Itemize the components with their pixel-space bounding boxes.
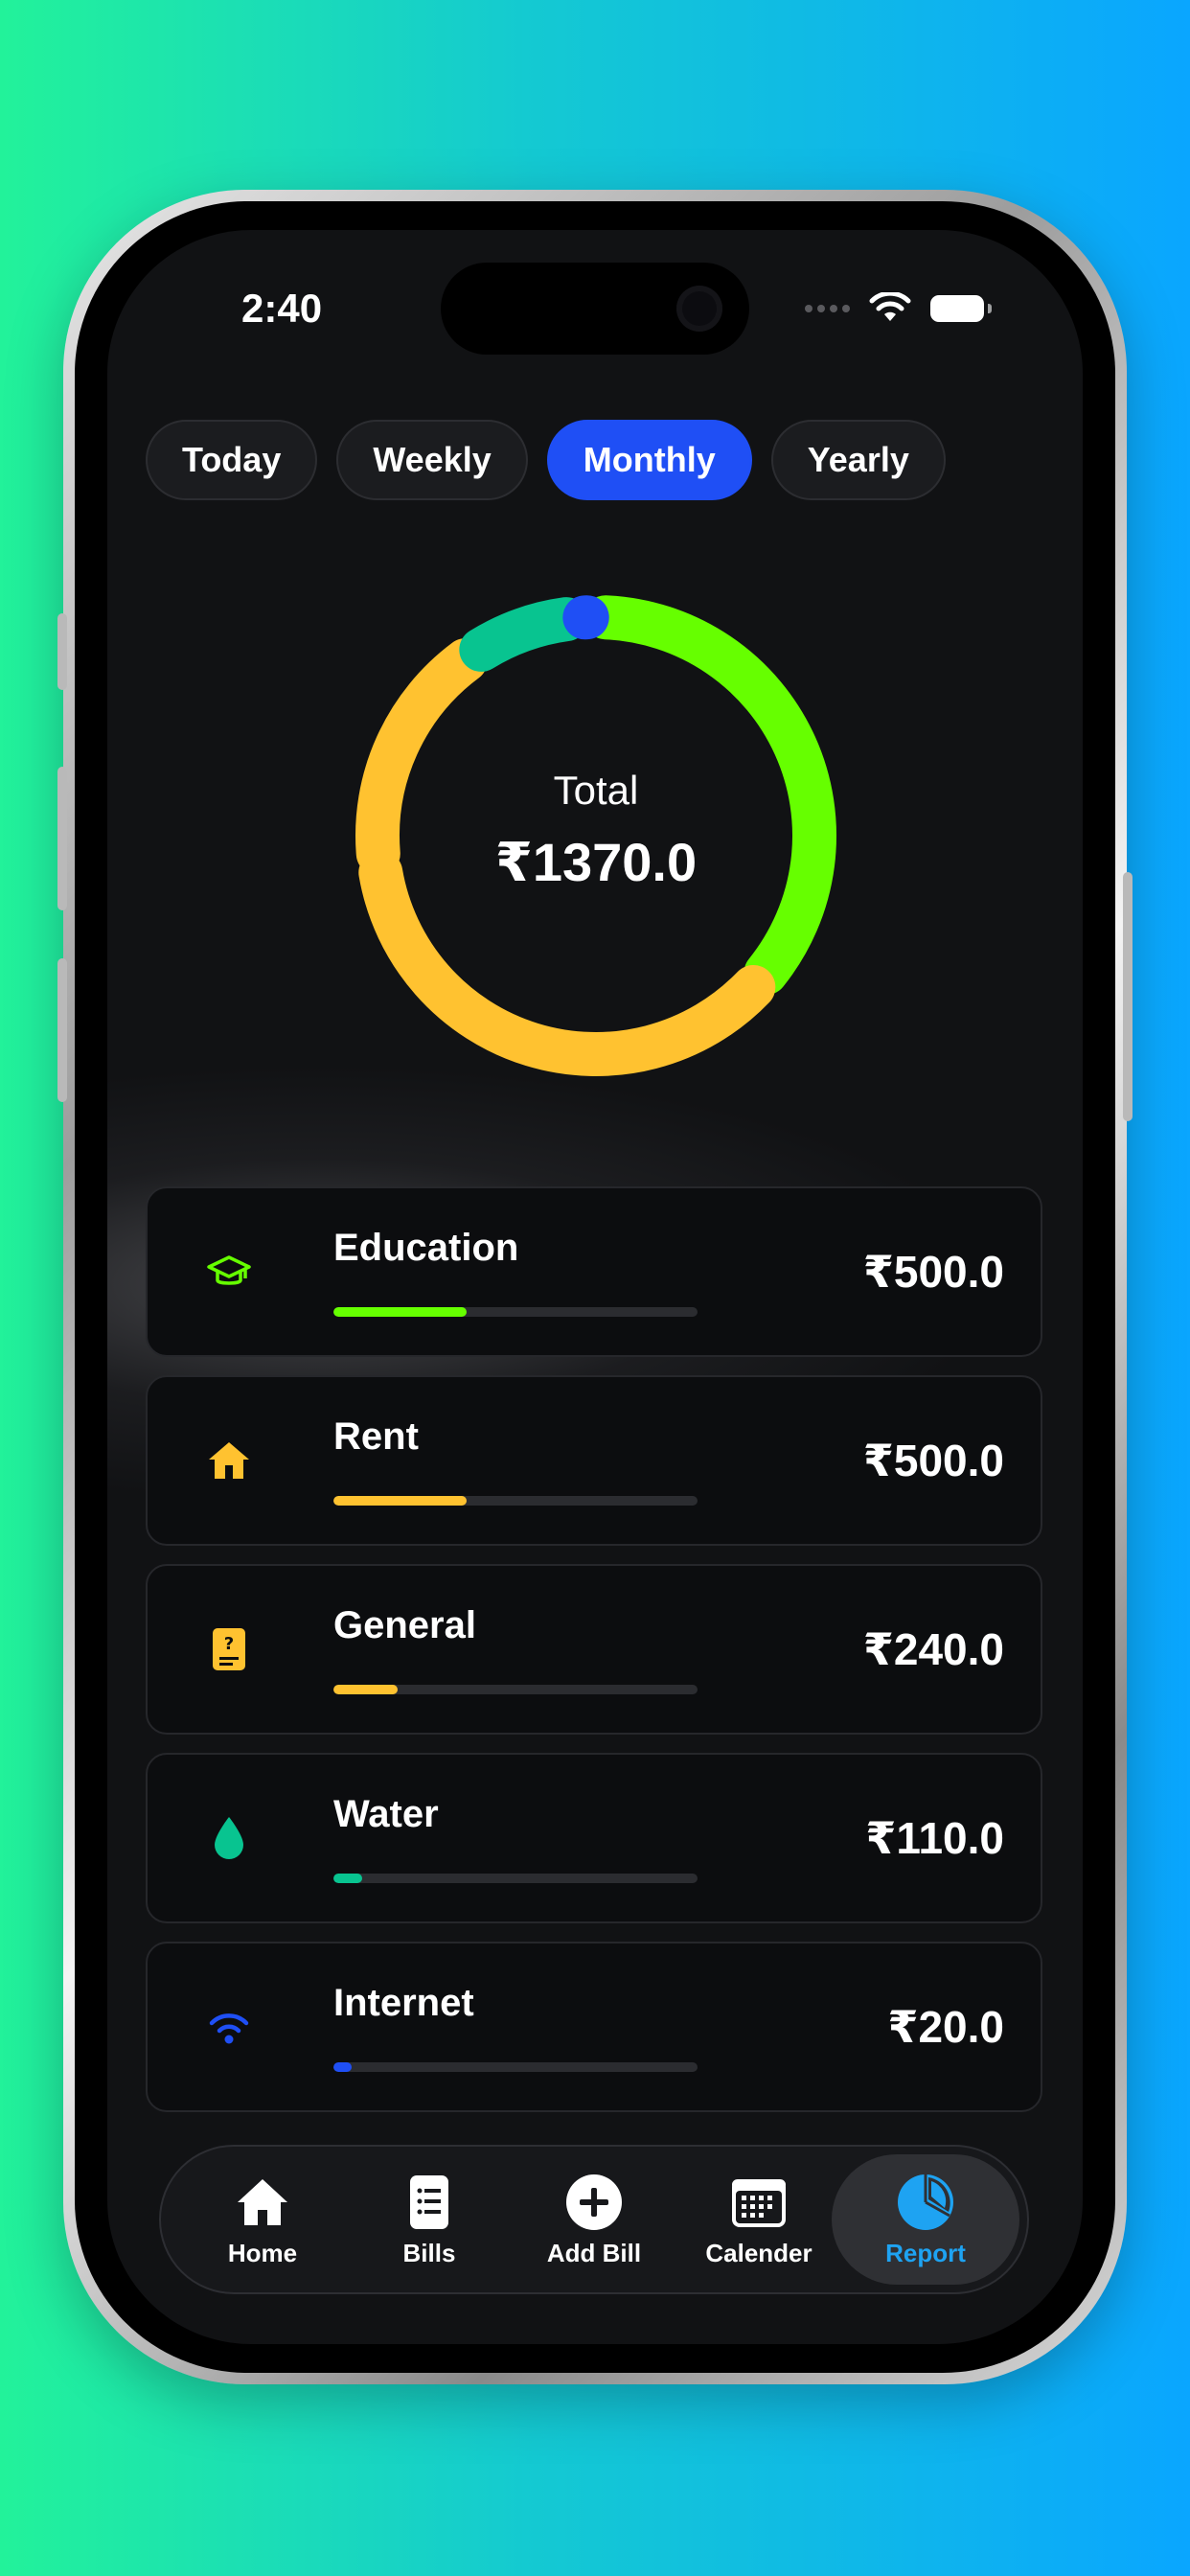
pie-chart-icon [895, 2172, 956, 2233]
progress-fill [333, 1874, 363, 1883]
category-amount: ₹500.0 [862, 1436, 1004, 1485]
house-icon [205, 1437, 253, 1484]
period-tabs: Today Weekly Monthly Yearly [146, 420, 946, 500]
nav-calendar[interactable]: Calender [676, 2147, 841, 2292]
tab-weekly[interactable]: Weekly [336, 420, 528, 500]
dynamic-island [441, 263, 749, 355]
nav-label: Bills [402, 2238, 456, 2267]
category-card-education[interactable]: Education ₹500.0 [146, 1186, 1042, 1357]
svg-text:?: ? [224, 1634, 234, 1654]
home-icon [232, 2172, 293, 2233]
progress-fill [333, 2062, 352, 2072]
category-amount: ₹240.0 [862, 1624, 1004, 1674]
category-title: General [333, 1604, 476, 1646]
category-title: Education [333, 1227, 519, 1269]
add-circle-icon [563, 2172, 625, 2233]
phone-power-button [1123, 872, 1133, 1121]
category-card-rent[interactable]: Rent ₹500.0 [146, 1375, 1042, 1546]
nav-add-bill[interactable]: Add Bill [512, 2147, 676, 2292]
camera-icon [676, 286, 722, 332]
nav-label: Add Bill [546, 2238, 642, 2267]
category-card-water[interactable]: Water ₹110.0 [146, 1753, 1042, 1923]
category-amount: ₹500.0 [862, 1247, 1004, 1297]
status-time: 2:40 [241, 286, 323, 331]
nav-home[interactable]: Home [180, 2147, 345, 2292]
total-label: Total [553, 768, 639, 813]
wifi-status-icon [869, 292, 911, 321]
nav-label: Home [227, 2238, 298, 2267]
tab-monthly[interactable]: Monthly [546, 420, 752, 500]
question-document-icon: ? [205, 1625, 253, 1673]
total-amount: ₹1370.0 [494, 832, 698, 892]
progress-fill [333, 1496, 467, 1506]
progress-track [333, 1874, 698, 1883]
donut-chart: Total ₹1370.0 [347, 586, 845, 1085]
category-amount: ₹110.0 [865, 1813, 1004, 1863]
calendar-icon [728, 2172, 790, 2233]
graduation-cap-icon [205, 1248, 253, 1296]
donut-center: Total ₹1370.0 [347, 586, 845, 1085]
bottom-nav: Home Bills Add Bill Calender Report [159, 2145, 1029, 2294]
app-screen: 2:40 Today Weekly Monthly Yearly Total ₹… [107, 230, 1083, 2344]
progress-fill [333, 1307, 467, 1317]
tab-yearly[interactable]: Yearly [770, 420, 946, 500]
phone-volume-up-button [57, 767, 67, 910]
tab-today[interactable]: Today [146, 420, 318, 500]
category-card-general[interactable]: ? General ₹240.0 [146, 1564, 1042, 1735]
phone-action-button [57, 613, 67, 690]
category-amount: ₹20.0 [887, 2002, 1004, 2052]
cellular-signal-icon [805, 305, 850, 312]
status-icons [805, 289, 992, 328]
bills-list-icon [399, 2172, 460, 2233]
category-card-internet[interactable]: Internet ₹20.0 [146, 1942, 1042, 2112]
wifi-icon [205, 2003, 253, 2051]
nav-report[interactable]: Report [832, 2154, 1019, 2285]
progress-track [333, 2062, 698, 2072]
water-drop-icon [205, 1814, 253, 1862]
nav-bills[interactable]: Bills [347, 2147, 512, 2292]
category-title: Water [333, 1793, 439, 1835]
category-list: Education ₹500.0 Rent ₹500.0 ? General ₹… [146, 1186, 1042, 2130]
progress-track [333, 1307, 698, 1317]
nav-label: Report [885, 2238, 966, 2267]
category-title: Internet [333, 1982, 474, 2024]
progress-track [333, 1496, 698, 1506]
progress-track [333, 1685, 698, 1694]
progress-fill [333, 1685, 398, 1694]
phone-volume-down-button [57, 958, 67, 1102]
category-title: Rent [333, 1415, 419, 1458]
nav-label: Calender [705, 2238, 812, 2267]
battery-icon [930, 295, 992, 322]
